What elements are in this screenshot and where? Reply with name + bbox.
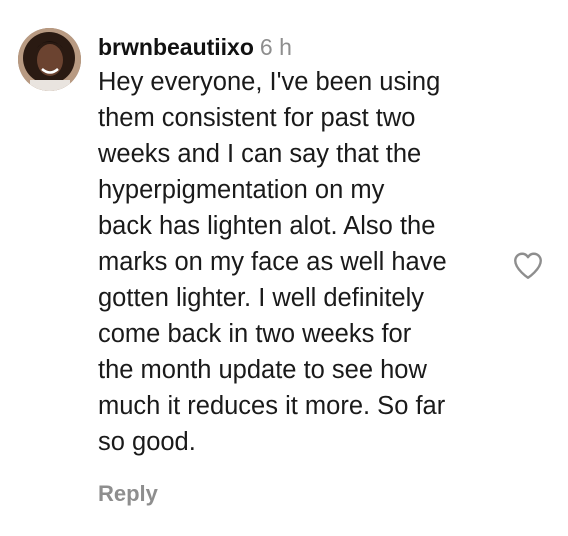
comment-line: come back in two weeks for [98, 320, 412, 348]
comment-line: Hey everyone, I've been using [98, 68, 441, 96]
comment-header: brwnbeautiixo 6 h [98, 32, 292, 62]
avatar-image [18, 28, 81, 91]
comment-line: much it reduces it more. So far [98, 392, 446, 420]
comment-line: the month update to see how [98, 356, 427, 384]
comment-item: brwnbeautiixo 6 h Hey everyone, I've been… [0, 0, 568, 536]
timestamp: 6 h [259, 34, 292, 60]
heart-outline-icon [514, 252, 542, 279]
comment-text: Hey everyone, I've been using them consi… [98, 64, 508, 460]
comment-line: so good. [98, 428, 196, 456]
reply-button[interactable]: Reply [98, 481, 158, 507]
like-button[interactable] [510, 247, 546, 283]
comment-line: weeks and I can say that the [98, 140, 422, 168]
comment-line: gotten lighter. I well definitely [98, 284, 425, 312]
comment-line: them consistent for past two [98, 104, 416, 132]
comment-line: hyperpigmentation on my [98, 176, 385, 204]
username[interactable]: brwnbeautiixo [98, 34, 254, 60]
avatar[interactable] [18, 28, 81, 91]
comment-line: marks on my face as well have [98, 248, 447, 276]
comment-line: back has lighten alot. Also the [98, 212, 436, 240]
